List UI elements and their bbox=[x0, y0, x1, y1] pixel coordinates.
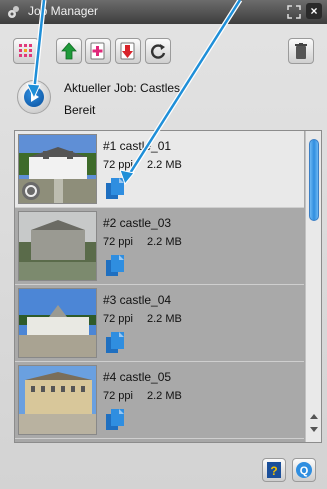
castle-thumbnail bbox=[18, 211, 97, 281]
svg-text:Q: Q bbox=[300, 465, 309, 477]
refresh-icon bbox=[151, 44, 166, 59]
item-title: #3 castle_04 bbox=[103, 293, 172, 307]
scrollbar[interactable] bbox=[305, 131, 321, 442]
current-job-label: Aktueller Job: Castles bbox=[64, 81, 181, 95]
refresh-button[interactable] bbox=[145, 38, 171, 64]
list-item[interactable]: #3 castle_04 72 ppi 2.2 MB bbox=[15, 285, 304, 362]
add-job-button[interactable] bbox=[85, 38, 111, 64]
help-button[interactable]: ? bbox=[262, 458, 286, 482]
trash-icon bbox=[295, 43, 307, 59]
castle-thumbnail bbox=[18, 365, 97, 435]
job-manager-window: Job Manager × Aktueller Job: Castles Ber… bbox=[0, 0, 327, 489]
item-ppi: 72 ppi bbox=[103, 313, 133, 325]
move-up-button[interactable] bbox=[56, 38, 82, 64]
item-ppi: 72 ppi bbox=[103, 159, 133, 171]
document-icon[interactable] bbox=[106, 178, 126, 200]
trash-button[interactable] bbox=[288, 38, 314, 64]
remove-job-icon bbox=[120, 42, 135, 60]
item-size: 2.2 MB bbox=[147, 159, 182, 171]
start-job-button[interactable] bbox=[17, 80, 51, 114]
item-ppi: 72 ppi bbox=[103, 236, 133, 248]
list-item[interactable]: #2 castle_03 72 ppi 2.2 MB bbox=[15, 208, 304, 285]
item-size: 2.2 MB bbox=[147, 236, 182, 248]
item-title: #1 castle_01 bbox=[103, 139, 172, 153]
help-icon: ? bbox=[267, 462, 281, 478]
scroll-up-arrow[interactable] bbox=[310, 414, 318, 419]
document-icon[interactable] bbox=[106, 409, 126, 431]
add-job-icon bbox=[90, 42, 105, 60]
document-icon[interactable] bbox=[106, 255, 126, 277]
item-title: #4 castle_05 bbox=[103, 370, 172, 384]
list-item[interactable]: #1 castle_01 72 ppi 2.2 MB bbox=[15, 131, 304, 208]
title-bar[interactable]: Job Manager × bbox=[0, 0, 327, 24]
job-list[interactable]: #1 castle_01 72 ppi 2.2 MB #2 castle_03 … bbox=[14, 130, 322, 443]
sync-icon[interactable] bbox=[21, 181, 41, 201]
item-title: #2 castle_03 bbox=[103, 216, 172, 230]
move-up-icon bbox=[61, 42, 77, 60]
window-title: Job Manager bbox=[28, 4, 99, 18]
item-ppi: 72 ppi bbox=[103, 390, 133, 402]
scroll-down-arrow[interactable] bbox=[310, 427, 318, 432]
grid-icon bbox=[19, 44, 32, 57]
expand-icon[interactable] bbox=[286, 4, 302, 20]
svg-text:?: ? bbox=[270, 464, 277, 478]
item-size: 2.2 MB bbox=[147, 390, 182, 402]
remove-job-button[interactable] bbox=[115, 38, 141, 64]
search-icon: Q bbox=[296, 462, 312, 478]
scroll-thumb[interactable] bbox=[309, 139, 319, 221]
close-button[interactable]: × bbox=[306, 3, 322, 19]
item-size: 2.2 MB bbox=[147, 313, 182, 325]
document-icon[interactable] bbox=[106, 332, 126, 354]
castle-thumbnail bbox=[18, 288, 97, 358]
job-status: Bereit bbox=[64, 103, 96, 117]
search-button[interactable]: Q bbox=[292, 458, 316, 482]
list-item[interactable]: #4 castle_05 72 ppi 2.2 MB bbox=[15, 362, 304, 439]
grid-view-button[interactable] bbox=[13, 38, 39, 64]
app-icon bbox=[8, 6, 19, 18]
